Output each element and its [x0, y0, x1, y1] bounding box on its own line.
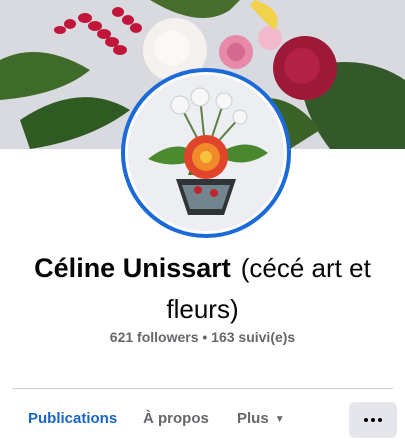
tab-about[interactable]: À propos	[143, 410, 209, 427]
ellipsis-dot	[378, 418, 382, 422]
follower-stats[interactable]: 621 followers • 163 suivi(e)s	[0, 329, 405, 345]
options-button[interactable]	[349, 402, 397, 438]
profile-name-block: Céline Unissart (cécé art et fleurs)	[0, 250, 405, 332]
tab-more[interactable]: Plus ▼	[237, 410, 285, 427]
avatar	[128, 75, 284, 231]
profile-tabs: Publications À propos Plus ▼	[0, 402, 405, 440]
tab-publications[interactable]: Publications	[28, 410, 117, 427]
caret-down-icon: ▼	[274, 414, 285, 425]
divider	[12, 388, 393, 389]
tab-more-label: Plus	[237, 410, 269, 427]
profile-picture[interactable]	[121, 68, 291, 238]
profile-name: Céline Unissart	[34, 253, 231, 283]
ellipsis-icon	[364, 418, 368, 422]
ellipsis-dot	[371, 418, 375, 422]
